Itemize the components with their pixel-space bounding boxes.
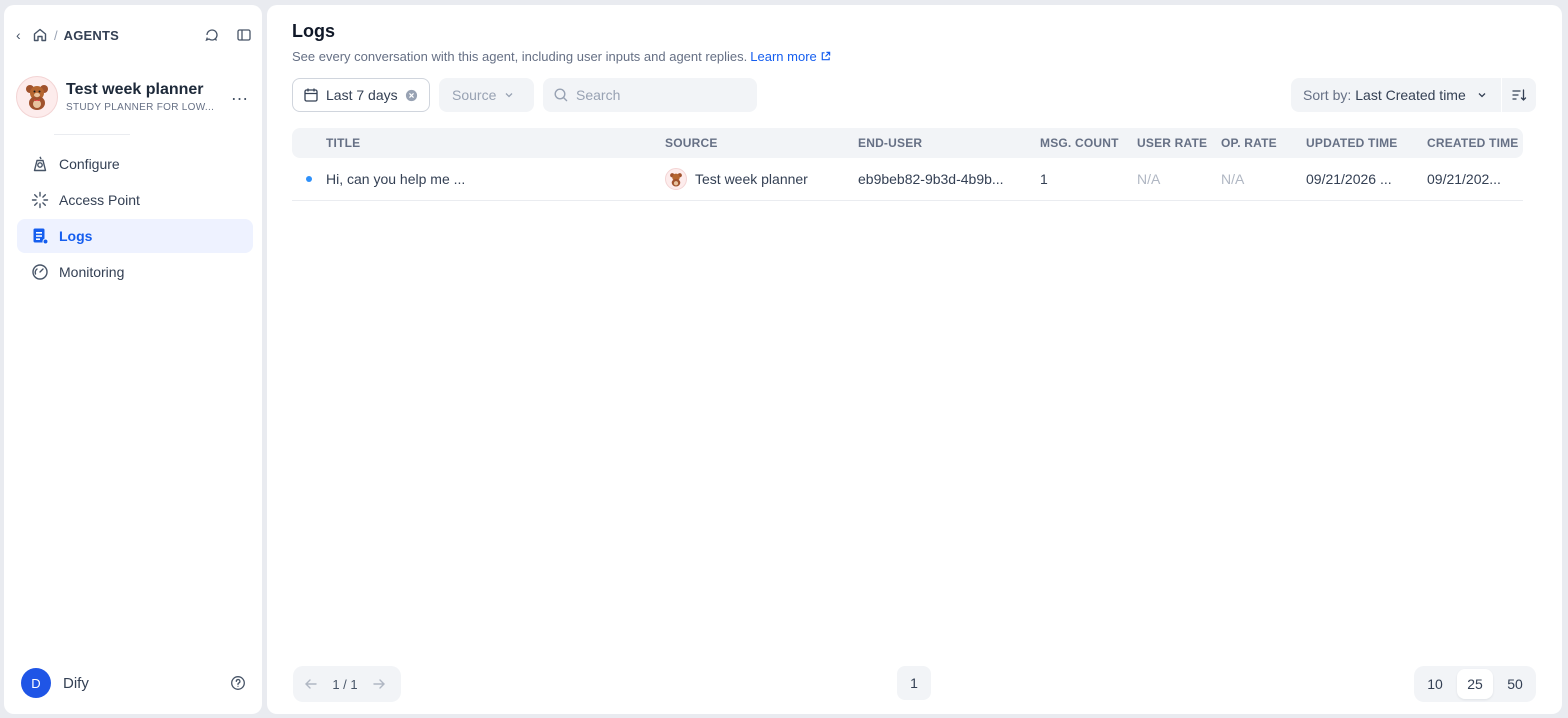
date-range-filter[interactable]: Last 7 days: [292, 78, 430, 112]
pagination-nav: 1 / 1: [293, 666, 401, 702]
back-chevron-icon[interactable]: ‹: [16, 27, 26, 43]
sidebar-item-logs[interactable]: Logs: [17, 219, 253, 253]
column-header-op-rate: OP. RATE: [1221, 136, 1277, 150]
table-row[interactable]: Hi, can you help me ... Test week planne…: [292, 158, 1523, 201]
column-header-source: SOURCE: [665, 136, 718, 150]
column-header-end-user: END-USER: [858, 136, 923, 150]
search-icon: [554, 88, 568, 102]
column-header-msg-count: MSG. COUNT: [1040, 136, 1119, 150]
cell-created-time: 09/21/202...: [1427, 171, 1501, 187]
avatar: D: [21, 668, 51, 698]
unread-cell: [292, 176, 326, 182]
page-size-selector: 10 25 50: [1414, 666, 1536, 702]
page-size-50[interactable]: 50: [1497, 669, 1533, 699]
sort-direction-button[interactable]: [1502, 78, 1536, 112]
cell-title: Hi, can you help me ...: [326, 171, 466, 187]
sidebar-toggle-icon[interactable]: [236, 27, 252, 43]
sidebar-item-label: Logs: [59, 228, 93, 244]
sidebar-item-monitoring[interactable]: Monitoring: [17, 255, 253, 289]
breadcrumb-separator: /: [54, 27, 58, 43]
chevron-down-icon: [505, 93, 513, 98]
breadcrumb-title[interactable]: AGENTS: [64, 28, 119, 43]
sidebar-nav: Configure Access Point Logs Monitoring: [17, 147, 253, 291]
learn-more-label: Learn more: [750, 49, 817, 64]
chevron-down-icon: [1478, 93, 1486, 98]
column-header-created-time: CREATED TIME: [1427, 136, 1519, 150]
sidebar-item-label: Configure: [59, 156, 120, 172]
sort-label: Sort by:: [1303, 87, 1352, 103]
configure-icon: [31, 155, 49, 173]
cell-op-rate: N/A: [1221, 171, 1245, 187]
source-filter-label: Source: [452, 87, 497, 103]
help-icon[interactable]: [230, 675, 246, 691]
prev-page-button[interactable]: [296, 669, 326, 699]
external-link-icon: [821, 51, 830, 61]
arrow-left-icon: [305, 679, 317, 689]
teddy-bear-avatar: [665, 168, 687, 190]
sort-descending-icon: [1512, 89, 1527, 101]
cell-msg-count: 1: [1040, 171, 1048, 187]
page-description: See every conversation with this agent, …: [292, 49, 831, 64]
main-panel: Logs See every conversation with this ag…: [267, 5, 1562, 714]
learn-more-link[interactable]: Learn more: [750, 49, 830, 64]
sidebar-item-label: Monitoring: [59, 264, 125, 280]
user-name: Dify: [63, 674, 89, 692]
date-range-label: Last 7 days: [326, 87, 398, 103]
search-input[interactable]: Search: [543, 78, 757, 112]
more-options-button[interactable]: …: [228, 85, 252, 105]
page-indicator: 1 / 1: [332, 676, 358, 692]
calendar-icon: [304, 88, 318, 102]
teddy-bear-avatar: [16, 76, 58, 118]
chat-refresh-icon[interactable]: [204, 27, 220, 43]
sort-select[interactable]: Sort by: Last Created time: [1291, 78, 1501, 112]
sidebar-divider: [54, 134, 130, 135]
monitoring-icon: [31, 263, 49, 281]
logs-icon: [31, 227, 49, 245]
access-point-icon: [31, 191, 49, 209]
page-size-10[interactable]: 10: [1417, 669, 1453, 699]
table-header: TITLE SOURCE END-USER MSG. COUNT USER RA…: [292, 128, 1523, 158]
description-text: See every conversation with this agent, …: [292, 49, 748, 64]
filter-bar: Last 7 days Source Search: [292, 78, 757, 113]
sidebar-item-configure[interactable]: Configure: [17, 147, 253, 181]
page-title: Logs: [292, 21, 335, 41]
cell-end-user: eb9beb82-9b3d-4b9b...: [858, 171, 1004, 187]
unread-dot: [306, 176, 312, 182]
clear-icon[interactable]: [405, 89, 418, 102]
arrow-right-icon: [373, 679, 385, 689]
home-icon[interactable]: [32, 27, 48, 43]
sort-value: Last Created time: [1355, 87, 1466, 103]
page-number-button[interactable]: 1: [897, 666, 931, 700]
page-size-25[interactable]: 25: [1457, 669, 1493, 699]
search-placeholder: Search: [576, 87, 621, 103]
cell-updated-time: 09/21/2026 ...: [1306, 171, 1392, 187]
breadcrumb: ‹ / AGENTS: [16, 23, 252, 47]
next-page-button[interactable]: [364, 669, 394, 699]
sort-control: Sort by: Last Created time: [1291, 78, 1536, 113]
app-description: STUDY PLANNER FOR LOW...: [66, 102, 215, 113]
app-card[interactable]: Test week planner STUDY PLANNER FOR LOW.…: [16, 71, 252, 123]
sidebar-item-label: Access Point: [59, 192, 140, 208]
cell-user-rate: N/A: [1137, 171, 1161, 187]
app-name: Test week planner: [66, 81, 204, 98]
logs-table: TITLE SOURCE END-USER MSG. COUNT USER RA…: [292, 128, 1523, 201]
cell-source: Test week planner: [665, 168, 858, 190]
cell-source-label: Test week planner: [695, 171, 808, 187]
user-profile[interactable]: D Dify: [21, 667, 246, 699]
source-filter[interactable]: Source: [439, 78, 534, 112]
sidebar-item-access-point[interactable]: Access Point: [17, 183, 253, 217]
column-header-user-rate: USER RATE: [1137, 136, 1208, 150]
column-header-updated-time: UPDATED TIME: [1306, 136, 1398, 150]
column-header-title: TITLE: [326, 136, 361, 150]
sidebar: ‹ / AGENTS Test week planner STUDY PLANN…: [4, 5, 262, 714]
